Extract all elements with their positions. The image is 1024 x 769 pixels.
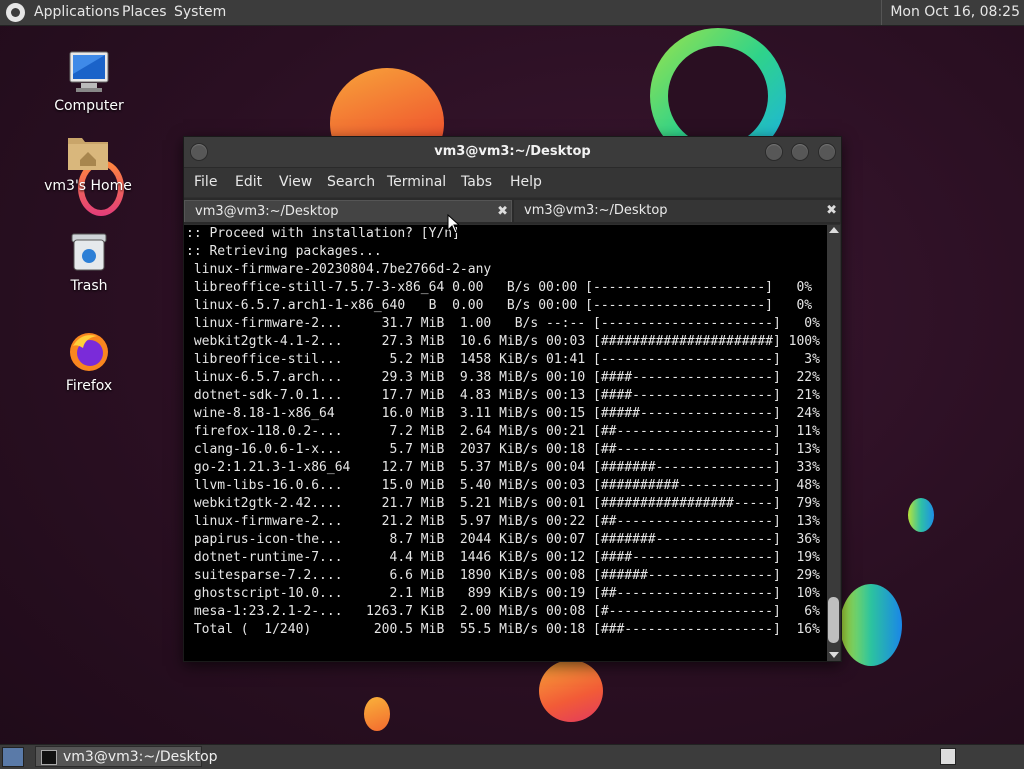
terminal-line: llvm-libs-16.0.6... 15.0 MiB 5.40 MiB/s … [186,478,820,493]
decorative-orange-blob-small [364,697,390,731]
terminal-scrollbar[interactable] [827,225,840,661]
terminal-line: dotnet-runtime-7... 4.4 MiB 1446 KiB/s 0… [186,550,820,565]
scrollbar-thumb[interactable] [828,597,839,643]
terminal-line: linux-firmware-2... 31.7 MiB 1.00 B/s --… [186,316,820,331]
desktop-icon-label: vm3's Home [44,178,132,194]
decorative-blue-green-blob-large [840,584,902,666]
desktop-icon-computer[interactable]: Computer [44,50,134,114]
tab-label: vm3@vm3:~/Desktop [195,204,339,219]
decorative-blue-green-blob [908,498,934,532]
terminal-line: clang-16.0.6-1-x... 5.7 MiB 2037 KiB/s 0… [186,442,820,457]
close-button[interactable] [818,143,836,161]
desktop-icon-firefox[interactable]: Firefox [44,330,134,394]
window-title: vm3@vm3:~/Desktop [434,144,591,159]
panel-clock[interactable]: Mon Oct 16, 08:25 [881,0,1024,25]
mouse-cursor-icon [447,214,459,234]
home-folder-icon [66,130,110,174]
tab-desktop-1[interactable]: vm3@vm3:~/Desktop ✖ [184,200,512,222]
terminal-menubar: File Edit View Search Terminal Tabs Help [184,168,841,197]
menu-search[interactable]: Search [327,174,375,190]
menu-file[interactable]: File [194,174,217,190]
terminal-line: linux-6.5.7.arch... 29.3 MiB 9.38 MiB/s … [186,370,820,385]
terminal-line: :: Retrieving packages... [186,244,382,259]
scroll-down-arrow-icon[interactable] [829,652,839,658]
terminal-line: go-2:1.21.3-1-x86_64 12.7 MiB 5.37 MiB/s… [186,460,820,475]
desktop-icon-trash[interactable]: Trash [44,230,134,294]
taskbar-terminal-button[interactable]: vm3@vm3:~/Desktop [35,746,218,767]
terminal-output[interactable]: :: Proceed with installation? [Y/n]:: Re… [184,225,827,661]
menu-applications[interactable]: Applications [34,4,120,20]
terminal-line: wine-8.18-1-x86_64 16.0 MiB 3.11 MiB/s 0… [186,406,820,421]
maximize-button[interactable] [791,143,809,161]
tab-desktop-2[interactable]: vm3@vm3:~/Desktop ✖ [514,200,840,222]
terminal-line: libreoffice-still-7.5.7-3-x86_64 0.00 B/… [186,280,813,295]
trash-icon [67,230,111,274]
menu-system[interactable]: System [174,4,226,20]
menu-edit[interactable]: Edit [235,174,262,190]
terminal-line: firefox-118.0.2-... 7.2 MiB 2.64 MiB/s 0… [186,424,820,439]
terminal-line: papirus-icon-the... 8.7 MiB 2044 KiB/s 0… [186,532,820,547]
close-tab-icon[interactable]: ✖ [826,200,837,222]
taskbar-label: vm3@vm3:~/Desktop [63,749,218,765]
desktop-icon-home[interactable]: vm3's Home [43,130,133,194]
terminal-line: linux-firmware-2... 21.2 MiB 5.97 MiB/s … [186,514,820,529]
terminal-line: webkit2gtk-4.1-2... 27.3 MiB 10.6 MiB/s … [186,334,820,349]
menu-places[interactable]: Places [122,4,167,20]
terminal-line: Total ( 1/240) 200.5 MiB 55.5 MiB/s 00:1… [186,622,820,637]
workspace-switcher[interactable] [940,748,956,765]
firefox-icon [67,330,111,374]
tab-label: vm3@vm3:~/Desktop [524,203,668,218]
terminal-line: linux-firmware-20230804.7be2766d-2-any [186,262,492,277]
applications-menu-icon[interactable] [6,3,25,22]
menu-help[interactable]: Help [510,174,542,190]
terminal-line: dotnet-sdk-7.0.1... 17.7 MiB 4.83 MiB/s … [186,388,820,403]
top-panel: Applications Places System Mon Oct 16, 0… [0,0,1024,26]
show-desktop-button[interactable] [2,747,24,767]
terminal-tabbar: vm3@vm3:~/Desktop ✖ vm3@vm3:~/Desktop ✖ [184,198,841,224]
terminal-window: vm3@vm3:~/Desktop File Edit View Search … [183,136,842,662]
terminal-line: suitesparse-7.2.... 6.6 MiB 1890 KiB/s 0… [186,568,820,583]
terminal-line: libreoffice-stil... 5.2 MiB 1458 KiB/s 0… [186,352,820,367]
scroll-up-arrow-icon[interactable] [829,227,839,233]
close-tab-icon[interactable]: ✖ [497,201,508,223]
decorative-orange-blob-bottom [539,660,603,722]
desktop-icon-label: Trash [70,278,108,294]
computer-icon [67,50,111,94]
terminal-line: webkit2gtk-2.42.... 21.7 MiB 5.21 MiB/s … [186,496,820,511]
terminal-line: mesa-1:23.2.1-2-... 1263.7 KiB 2.00 MiB/… [186,604,820,619]
menu-view[interactable]: View [279,174,312,190]
menu-tabs[interactable]: Tabs [461,174,492,190]
desktop-icon-label: Computer [54,98,124,114]
terminal-icon [41,750,57,765]
terminal-line: linux-6.5.7.arch1-1-x86_640 B 0.00 B/s 0… [186,298,813,313]
minimize-button[interactable] [765,143,783,161]
bottom-panel: vm3@vm3:~/Desktop [0,744,1024,769]
window-titlebar[interactable]: vm3@vm3:~/Desktop [184,137,841,168]
menu-terminal[interactable]: Terminal [387,174,446,190]
terminal-line: ghostscript-10.0... 2.1 MiB 899 KiB/s 00… [186,586,820,601]
desktop-icon-label: Firefox [65,378,113,394]
terminal-line: :: Proceed with installation? [Y/n] [186,226,460,241]
